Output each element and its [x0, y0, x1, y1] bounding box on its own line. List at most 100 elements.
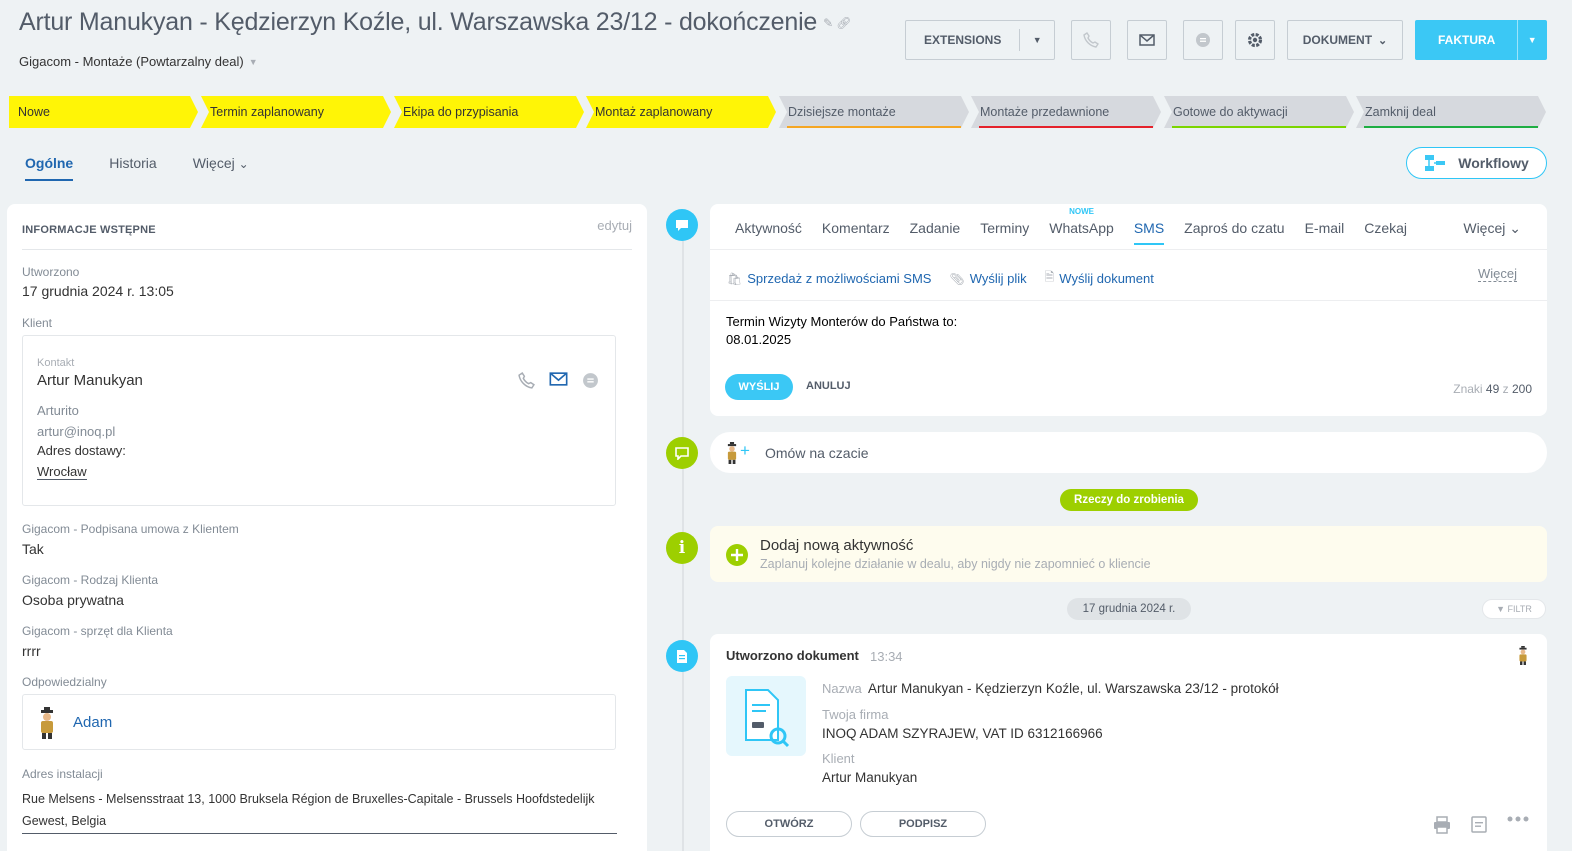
contract-label: Gigacom - Podpisana umowa z Klientem	[22, 522, 239, 536]
editor-tab-sms[interactable]: SMS	[1133, 220, 1165, 245]
chat-discussion-label: Omów na czacie	[765, 445, 869, 461]
call-button[interactable]	[1071, 20, 1111, 60]
delivery-city[interactable]: Wrocław	[37, 464, 87, 480]
editor-tab-whatsapp[interactable]: NOWE WhatsApp	[1049, 207, 1114, 245]
settings-button[interactable]	[1235, 20, 1275, 60]
send-file-action[interactable]: 📎︎ Wyślij plik	[949, 268, 1026, 289]
envelope-icon[interactable]	[549, 372, 568, 386]
plus-circle-icon[interactable]	[726, 544, 748, 566]
stage-item[interactable]: Dzisiejsze montaże	[779, 96, 969, 128]
stage-item[interactable]: Ekipa do przypisania	[394, 96, 584, 128]
more-dots-icon[interactable]	[1507, 816, 1529, 822]
chat-button[interactable]	[1183, 20, 1223, 60]
dokument-button[interactable]: DOKUMENT ⌄	[1287, 20, 1403, 60]
link-icon[interactable]: 🔗︎	[836, 16, 851, 30]
tab-more[interactable]: Więcej ⌄	[193, 155, 249, 181]
stage-item[interactable]: Termin zaplanowany	[201, 96, 391, 128]
install-address-value[interactable]: Rue Melsens - Melsensstraat 13, 1000 Bru…	[22, 788, 617, 834]
editor-tab-wait[interactable]: Czekaj	[1364, 220, 1407, 245]
responsible-name[interactable]: Adam	[73, 714, 112, 731]
editor-tab-email[interactable]: E-mail	[1305, 220, 1345, 245]
contract-value: Tak	[22, 541, 44, 557]
page-title: Artur Manukyan - Kędzierzyn Koźle, ul. W…	[19, 8, 818, 36]
document-thumbnail[interactable]	[726, 676, 806, 756]
deal-category[interactable]: Gigacom - Montaże (Powtarzalny deal) ▼	[19, 54, 258, 69]
send-button[interactable]: WYŚLIJ	[725, 374, 793, 400]
sms-sales-action[interactable]: 🛍︎ Sprzedaż z możliwościami SMS	[727, 268, 931, 289]
stage-label: Dzisiejsze montaże	[788, 105, 896, 119]
stage-item[interactable]: Gotowe do aktywacji	[1164, 96, 1354, 128]
detail-tabs: Ogólne Historia Więcej ⌄	[25, 155, 249, 181]
open-button[interactable]: OTWÓRZ	[726, 811, 852, 837]
chevron-down-icon: ⌄	[1509, 220, 1521, 236]
stage-bar: Nowe Termin zaplanowany Ekipa do przypis…	[9, 96, 1547, 128]
editor-more-tab[interactable]: Więcej ⌄	[1463, 220, 1521, 237]
chat-discussion[interactable]: + Omów na czacie	[710, 432, 1547, 473]
pencil-icon[interactable]: ✎	[823, 16, 833, 30]
editor-tabs: Aktywność Komentarz Zadanie Terminy NOWE…	[735, 207, 1407, 245]
char-counter-of: z	[1502, 382, 1509, 396]
workflow-label: Workflowy	[1458, 155, 1529, 171]
tab-general[interactable]: Ogólne	[25, 155, 74, 181]
created-value: 17 grudnia 2024 r. 13:05	[22, 283, 174, 299]
send-document-action[interactable]: 🗎 Wyślij dokument	[1045, 268, 1154, 289]
phone-icon[interactable]	[518, 372, 535, 389]
plus-icon[interactable]: +	[740, 441, 750, 461]
info-panel: INFORMACJE WSTĘPNE edytuj Utworzono 17 g…	[7, 204, 647, 851]
faktura-button[interactable]: FAKTURA ▼	[1415, 20, 1547, 60]
document-timeline-icon	[666, 640, 698, 672]
stage-label: Montaż zaplanowany	[595, 105, 713, 119]
editor-tab-activity[interactable]: Aktywność	[735, 220, 802, 245]
editor-more-label: Więcej	[1463, 220, 1506, 236]
stage-label: Gotowe do aktywacji	[1173, 105, 1288, 119]
filter-button[interactable]: ▼ FILTR	[1482, 599, 1546, 619]
editor-tab-task[interactable]: Zadanie	[910, 220, 961, 245]
sms-actions: 🛍︎ Sprzedaż z możliwościami SMS 📎︎ Wyślij …	[727, 268, 1154, 289]
stage-item[interactable]: Montaż zaplanowany	[586, 96, 776, 128]
responsible-card: Adam	[22, 694, 616, 750]
stage-label: Nowe	[18, 105, 50, 119]
document-icon: 🗎	[1044, 270, 1055, 284]
contact-name[interactable]: Artur Manukyan	[37, 372, 143, 389]
contact-nick: Arturito	[37, 403, 79, 418]
chat-bubble-icon[interactable]	[582, 372, 599, 389]
sms-textarea[interactable]: Termin Wizyty Monterów do Państwa to: 08…	[726, 313, 957, 349]
editor-tab-comment[interactable]: Komentarz	[822, 220, 890, 245]
phone-icon	[1083, 32, 1099, 48]
timeline-line	[682, 210, 684, 851]
document-time: 13:34	[870, 649, 903, 664]
send-document-label: Wyślij dokument	[1059, 271, 1154, 286]
dokument-label: DOKUMENT	[1302, 33, 1373, 47]
stage-item[interactable]: Montaże przedawnione	[971, 96, 1161, 128]
doc-name-value[interactable]: Artur Manukyan - Kędzierzyn Koźle, ul. W…	[868, 681, 1279, 696]
stage-item[interactable]: Nowe	[9, 96, 198, 128]
sms-text-line-2: 08.01.2025	[726, 332, 792, 347]
responsible-label: Odpowiedzialny	[22, 675, 107, 689]
actions-more-link[interactable]: Więcej	[1477, 266, 1517, 282]
add-activity-subtitle: Zaplanuj kolejne działanie w dealu, aby …	[760, 557, 1151, 571]
faktura-dropdown-icon[interactable]: ▼	[1518, 35, 1546, 45]
chevron-down-icon: ⌄	[1378, 34, 1388, 47]
extensions-button[interactable]: EXTENSIONS ▼	[905, 20, 1055, 60]
sms-sales-label: Sprzedaż z możliwościami SMS	[747, 271, 932, 286]
extensions-dropdown-icon[interactable]: ▼	[1020, 35, 1054, 45]
print-icon[interactable]	[1433, 816, 1451, 834]
sign-button[interactable]: PODPISZ	[860, 811, 986, 837]
char-counter-label: Znaki	[1453, 382, 1483, 396]
editor-tab-whatsapp-label: WhatsApp	[1049, 220, 1114, 236]
edit-link[interactable]: edytuj	[597, 218, 632, 233]
tab-history[interactable]: Historia	[109, 155, 156, 181]
workflow-button[interactable]: Workflowy	[1406, 147, 1547, 179]
envelope-icon	[1139, 34, 1155, 46]
contact-email[interactable]: artur@inoq.pl	[37, 424, 115, 439]
editor-tab-chat-invite[interactable]: Zaproś do czatu	[1184, 220, 1284, 245]
client-type-value: Osoba prywatna	[22, 592, 124, 608]
char-counter-used: 49	[1485, 382, 1500, 396]
email-button[interactable]	[1127, 20, 1167, 60]
info-heading: INFORMACJE WSTĘPNE	[22, 224, 156, 236]
editor-tab-meetings[interactable]: Terminy	[980, 220, 1029, 245]
cancel-button[interactable]: ANULUJ	[806, 380, 851, 392]
add-activity-card[interactable]: Dodaj nową aktywność Zaplanuj kolejne dz…	[710, 526, 1547, 582]
note-icon[interactable]	[1471, 816, 1487, 833]
stage-item[interactable]: Zamknij deal	[1356, 96, 1546, 128]
